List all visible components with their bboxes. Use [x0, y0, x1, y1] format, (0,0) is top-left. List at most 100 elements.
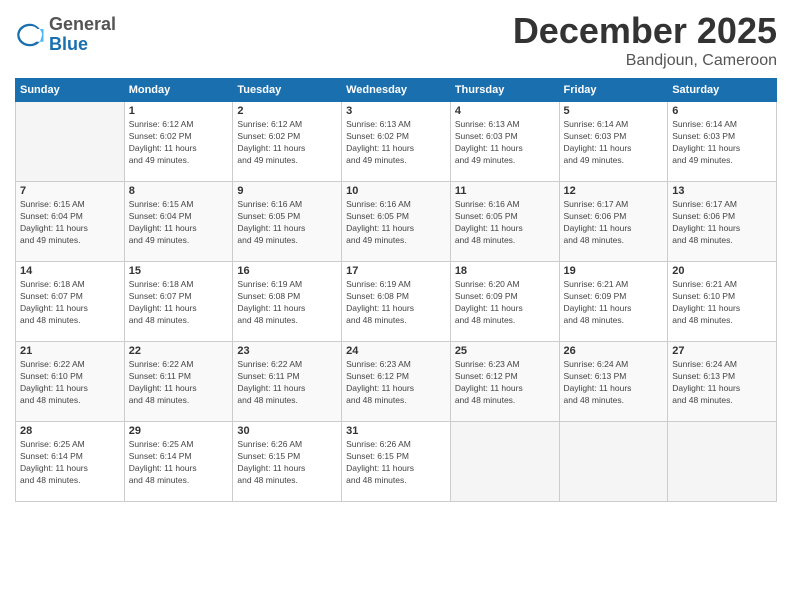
day-info: Sunrise: 6:26 AM Sunset: 6:15 PM Dayligh… — [346, 439, 446, 487]
day-info: Sunrise: 6:14 AM Sunset: 6:03 PM Dayligh… — [564, 119, 664, 167]
day-number: 17 — [346, 265, 446, 277]
calendar-cell: 8 Sunrise: 6:15 AM Sunset: 6:04 PM Daylig… — [124, 182, 233, 262]
calendar-cell: 21 Sunrise: 6:22 AM Sunset: 6:10 PM Dayli… — [16, 342, 125, 422]
week-row-4: 21 Sunrise: 6:22 AM Sunset: 6:10 PM Dayli… — [16, 342, 777, 422]
day-info: Sunrise: 6:13 AM Sunset: 6:03 PM Dayligh… — [455, 119, 555, 167]
day-info: Sunrise: 6:12 AM Sunset: 6:02 PM Dayligh… — [129, 119, 229, 167]
calendar-cell: 9 Sunrise: 6:16 AM Sunset: 6:05 PM Daylig… — [233, 182, 342, 262]
day-info: Sunrise: 6:19 AM Sunset: 6:08 PM Dayligh… — [237, 279, 337, 327]
calendar-cell: 27Sunrise: 6:24 AM Sunset: 6:13 PM Dayli… — [668, 342, 777, 422]
calendar-cell — [16, 102, 125, 182]
day-number: 28 — [20, 425, 120, 437]
calendar-cell: 23Sunrise: 6:22 AM Sunset: 6:11 PM Dayli… — [233, 342, 342, 422]
logo-blue: Blue — [49, 35, 116, 55]
calendar-cell: 28 Sunrise: 6:25 AM Sunset: 6:14 PM Dayli… — [16, 422, 125, 502]
day-info: Sunrise: 6:18 AM Sunset: 6:07 PM Dayligh… — [20, 279, 120, 327]
col-tuesday: Tuesday — [233, 79, 342, 102]
logo: General Blue — [15, 15, 116, 55]
calendar-cell: 6Sunrise: 6:14 AM Sunset: 6:03 PM Daylig… — [668, 102, 777, 182]
col-thursday: Thursday — [450, 79, 559, 102]
calendar-cell: 30Sunrise: 6:26 AM Sunset: 6:15 PM Dayli… — [233, 422, 342, 502]
page: General Blue December 2025 Bandjoun, Cam… — [0, 0, 792, 612]
day-info: Sunrise: 6:16 AM Sunset: 6:05 PM Dayligh… — [455, 199, 555, 247]
day-number: 6 — [672, 105, 772, 117]
day-info: Sunrise: 6:25 AM Sunset: 6:14 PM Dayligh… — [20, 439, 120, 487]
day-number: 21 — [20, 345, 120, 357]
day-info: Sunrise: 6:22 AM Sunset: 6:10 PM Dayligh… — [20, 359, 120, 407]
calendar-cell: 10 Sunrise: 6:16 AM Sunset: 6:05 PM Dayli… — [342, 182, 451, 262]
location: Bandjoun, Cameroon — [513, 52, 777, 70]
day-info: Sunrise: 6:24 AM Sunset: 6:13 PM Dayligh… — [564, 359, 664, 407]
day-number: 19 — [564, 265, 664, 277]
calendar-cell: 26Sunrise: 6:24 AM Sunset: 6:13 PM Dayli… — [559, 342, 668, 422]
day-info: Sunrise: 6:20 AM Sunset: 6:09 PM Dayligh… — [455, 279, 555, 327]
day-number: 14 — [20, 265, 120, 277]
day-number: 24 — [346, 345, 446, 357]
calendar-cell: 15Sunrise: 6:18 AM Sunset: 6:07 PM Dayli… — [124, 262, 233, 342]
day-number: 8 — [129, 185, 229, 197]
day-number: 31 — [346, 425, 446, 437]
calendar-cell: 12 Sunrise: 6:17 AM Sunset: 6:06 PM Dayli… — [559, 182, 668, 262]
calendar-cell: 19 Sunrise: 6:21 AM Sunset: 6:09 PM Dayli… — [559, 262, 668, 342]
col-monday: Monday — [124, 79, 233, 102]
day-number: 7 — [20, 185, 120, 197]
calendar-cell: 5Sunrise: 6:14 AM Sunset: 6:03 PM Daylig… — [559, 102, 668, 182]
day-info: Sunrise: 6:12 AM Sunset: 6:02 PM Dayligh… — [237, 119, 337, 167]
day-number: 16 — [237, 265, 337, 277]
day-number: 13 — [672, 185, 772, 197]
calendar-cell: 20 Sunrise: 6:21 AM Sunset: 6:10 PM Dayli… — [668, 262, 777, 342]
calendar-cell: 1 Sunrise: 6:12 AM Sunset: 6:02 PM Daylig… — [124, 102, 233, 182]
day-number: 20 — [672, 265, 772, 277]
week-row-3: 14 Sunrise: 6:18 AM Sunset: 6:07 PM Dayli… — [16, 262, 777, 342]
calendar-cell: 18 Sunrise: 6:20 AM Sunset: 6:09 PM Dayli… — [450, 262, 559, 342]
day-info: Sunrise: 6:15 AM Sunset: 6:04 PM Dayligh… — [129, 199, 229, 247]
day-number: 10 — [346, 185, 446, 197]
day-info: Sunrise: 6:16 AM Sunset: 6:05 PM Dayligh… — [237, 199, 337, 247]
col-wednesday: Wednesday — [342, 79, 451, 102]
logo-general: General — [49, 15, 116, 35]
day-info: Sunrise: 6:22 AM Sunset: 6:11 PM Dayligh… — [129, 359, 229, 407]
day-number: 18 — [455, 265, 555, 277]
day-info: Sunrise: 6:23 AM Sunset: 6:12 PM Dayligh… — [346, 359, 446, 407]
header-row: Sunday Monday Tuesday Wednesday Thursday… — [16, 79, 777, 102]
day-number: 9 — [237, 185, 337, 197]
day-info: Sunrise: 6:15 AM Sunset: 6:04 PM Dayligh… — [20, 199, 120, 247]
month-title: December 2025 — [513, 10, 777, 52]
calendar-cell: 13 Sunrise: 6:17 AM Sunset: 6:06 PM Dayli… — [668, 182, 777, 262]
calendar-cell: 16 Sunrise: 6:19 AM Sunset: 6:08 PM Dayli… — [233, 262, 342, 342]
day-info: Sunrise: 6:21 AM Sunset: 6:09 PM Dayligh… — [564, 279, 664, 327]
day-number: 29 — [129, 425, 229, 437]
header: General Blue December 2025 Bandjoun, Cam… — [15, 10, 777, 70]
calendar-cell: 22 Sunrise: 6:22 AM Sunset: 6:11 PM Dayli… — [124, 342, 233, 422]
calendar-cell: 4 Sunrise: 6:13 AM Sunset: 6:03 PM Daylig… — [450, 102, 559, 182]
day-info: Sunrise: 6:23 AM Sunset: 6:12 PM Dayligh… — [455, 359, 555, 407]
day-number: 11 — [455, 185, 555, 197]
day-info: Sunrise: 6:22 AM Sunset: 6:11 PM Dayligh… — [237, 359, 337, 407]
calendar-cell — [668, 422, 777, 502]
calendar-cell: 17Sunrise: 6:19 AM Sunset: 6:08 PM Dayli… — [342, 262, 451, 342]
week-row-5: 28 Sunrise: 6:25 AM Sunset: 6:14 PM Dayli… — [16, 422, 777, 502]
col-friday: Friday — [559, 79, 668, 102]
day-info: Sunrise: 6:18 AM Sunset: 6:07 PM Dayligh… — [129, 279, 229, 327]
calendar-cell: 7 Sunrise: 6:15 AM Sunset: 6:04 PM Daylig… — [16, 182, 125, 262]
day-number: 4 — [455, 105, 555, 117]
day-number: 30 — [237, 425, 337, 437]
week-row-2: 7 Sunrise: 6:15 AM Sunset: 6:04 PM Daylig… — [16, 182, 777, 262]
day-number: 12 — [564, 185, 664, 197]
day-info: Sunrise: 6:16 AM Sunset: 6:05 PM Dayligh… — [346, 199, 446, 247]
calendar-cell — [450, 422, 559, 502]
day-number: 22 — [129, 345, 229, 357]
calendar-cell: 24 Sunrise: 6:23 AM Sunset: 6:12 PM Dayli… — [342, 342, 451, 422]
day-number: 2 — [237, 105, 337, 117]
calendar-cell: 29 Sunrise: 6:25 AM Sunset: 6:14 PM Dayli… — [124, 422, 233, 502]
calendar-cell: 3Sunrise: 6:13 AM Sunset: 6:02 PM Daylig… — [342, 102, 451, 182]
day-info: Sunrise: 6:17 AM Sunset: 6:06 PM Dayligh… — [672, 199, 772, 247]
day-number: 1 — [129, 105, 229, 117]
day-info: Sunrise: 6:17 AM Sunset: 6:06 PM Dayligh… — [564, 199, 664, 247]
logo-text: General Blue — [49, 15, 116, 55]
day-info: Sunrise: 6:21 AM Sunset: 6:10 PM Dayligh… — [672, 279, 772, 327]
day-info: Sunrise: 6:24 AM Sunset: 6:13 PM Dayligh… — [672, 359, 772, 407]
day-number: 25 — [455, 345, 555, 357]
day-info: Sunrise: 6:25 AM Sunset: 6:14 PM Dayligh… — [129, 439, 229, 487]
calendar-cell: 11 Sunrise: 6:16 AM Sunset: 6:05 PM Dayli… — [450, 182, 559, 262]
